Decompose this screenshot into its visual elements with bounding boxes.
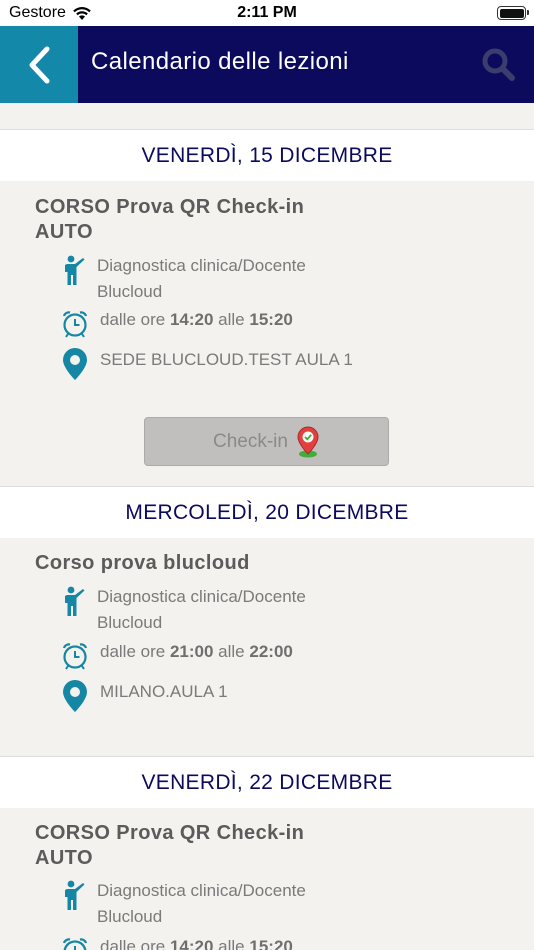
alarm-clock-icon [60, 307, 90, 341]
lesson-title: CORSO Prova QR Check-in AUTO [35, 196, 305, 243]
teacher-icon [60, 878, 90, 912]
alarm-clock-icon [60, 934, 90, 950]
checkin-button[interactable]: Check-in [144, 417, 389, 466]
location-pin-icon [60, 679, 90, 713]
date-header: VENERDÌ, 15 DICEMBRE [0, 129, 534, 181]
teacher-text: Diagnostica clinica/Docente Blucloud [97, 256, 306, 301]
time-text: dalle ore 14:20 alle 15:20 [100, 310, 293, 329]
search-button[interactable] [482, 48, 516, 82]
teacher-row: Diagnostica clinica/Docente Blucloud [60, 584, 306, 636]
search-icon [482, 48, 515, 81]
teacher-icon [60, 253, 90, 287]
status-bar: Gestore 2:11 PM [0, 0, 534, 26]
time-text: dalle ore 14:20 alle 15:20 [100, 937, 293, 950]
battery-icon [497, 6, 529, 20]
back-button[interactable] [0, 26, 78, 103]
teacher-icon [60, 584, 90, 618]
lesson-title: CORSO Prova QR Check-in AUTO [35, 822, 305, 869]
date-header: VENERDÌ, 22 DICEMBRE [0, 756, 534, 808]
location-text: MILANO.AULA 1 [100, 682, 228, 701]
page-title: Calendario delle lezioni [91, 48, 349, 75]
time-row: dalle ore 14:20 alle 15:20 [60, 934, 293, 950]
time-row: dalle ore 14:20 alle 15:20 [60, 307, 293, 341]
checkin-pin-icon [297, 425, 319, 457]
chevron-left-icon [29, 46, 50, 83]
location-row: MILANO.AULA 1 [60, 679, 228, 713]
lesson-title: Corso prova blucloud [35, 552, 250, 574]
time-row: dalle ore 21:00 alle 22:00 [60, 639, 293, 673]
teacher-row: Diagnostica clinica/Docente Blucloud [60, 878, 306, 930]
location-text: SEDE BLUCLOUD.TEST AULA 1 [100, 350, 353, 369]
time-text: dalle ore 21:00 alle 22:00 [100, 642, 293, 661]
teacher-row: Diagnostica clinica/Docente Blucloud [60, 253, 306, 305]
checkin-label: Check-in [213, 430, 288, 452]
navbar: Calendario delle lezioni [0, 26, 534, 103]
lesson-card[interactable]: Corso prova blucloud Diagnostica clinica… [0, 538, 534, 756]
lesson-card[interactable]: CORSO Prova QR Check-in AUTO Diagnostica… [0, 808, 534, 950]
alarm-clock-icon [60, 639, 90, 673]
teacher-text: Diagnostica clinica/Docente Blucloud [97, 881, 306, 926]
location-row: SEDE BLUCLOUD.TEST AULA 1 [60, 347, 353, 381]
location-pin-icon [60, 347, 90, 381]
lesson-card[interactable]: CORSO Prova QR Check-in AUTO Diagnostica… [0, 181, 534, 486]
date-header: MERCOLEDÌ, 20 DICEMBRE [0, 486, 534, 538]
status-time: 2:11 PM [237, 4, 297, 21]
lessons-list[interactable]: VENERDÌ, 15 DICEMBRE CORSO Prova QR Chec… [0, 103, 534, 950]
teacher-text: Diagnostica clinica/Docente Blucloud [97, 587, 306, 632]
